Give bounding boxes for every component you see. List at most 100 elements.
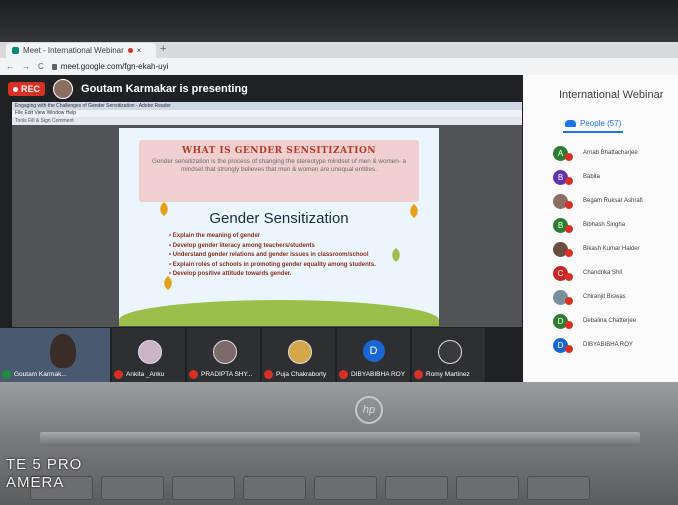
mic-off-icon xyxy=(189,370,198,379)
participant-name: Bibhash Singha xyxy=(583,222,626,228)
tab-meet[interactable]: Meet - International Webinar × xyxy=(6,43,156,58)
mic-off-icon xyxy=(565,249,573,257)
tab-underline xyxy=(563,131,623,133)
watermark-line: TE 5 PRO xyxy=(6,456,83,473)
new-tab-button[interactable]: + xyxy=(160,43,166,55)
back-icon[interactable]: ← xyxy=(6,62,14,71)
tile-name-row: Romy Martinez xyxy=(414,370,487,379)
participant-row[interactable]: B Bibhash Singha xyxy=(553,213,678,237)
participant-name: Debalina Chatterjee xyxy=(583,318,637,324)
mic-off-icon xyxy=(264,370,273,379)
side-panel: International Webinar People (57) A Arnab… xyxy=(523,75,678,382)
keyboard-key xyxy=(172,476,235,500)
participant-tile[interactable]: Puja Chakraborty xyxy=(262,328,335,382)
shared-app-menubar: File Edit View Window Help xyxy=(12,110,522,117)
keyboard-key xyxy=(314,476,377,500)
participant-tile[interactable]: Ankita _Anku xyxy=(112,328,185,382)
recording-badge: REC xyxy=(8,82,46,96)
slide-heading: WHAT IS GENDER SENSITIZATION xyxy=(181,146,377,156)
participant-row[interactable]: C Chandrika Shil xyxy=(553,261,678,285)
url-text: meet.google.com/fgn-ekah-uyi xyxy=(60,62,169,71)
participant-name: Chiranjit Biswas xyxy=(583,294,626,300)
tile-name-row: Puja Chakraborty xyxy=(264,370,337,379)
recording-dot-icon xyxy=(127,48,133,53)
shared-app-titlebar: Engaging with the Challenges of Gender S… xyxy=(12,102,522,110)
mic-off-icon xyxy=(565,345,573,353)
tile-name: Ankita _Anku xyxy=(126,371,165,378)
tile-name: DIBYABIBHA ROY xyxy=(351,371,406,378)
presenting-text: Goutam Karmakar is presenting xyxy=(81,83,248,95)
slide-bullet: Explain the meaning of gender xyxy=(169,233,409,241)
keyboard-key xyxy=(101,476,164,500)
mic-off-icon xyxy=(565,201,573,209)
slide-bullet-list: Explain the meaning of gender Develop ge… xyxy=(169,233,409,281)
slide-subtext: Gender sensitization is the process of c… xyxy=(151,158,407,173)
tab-people[interactable]: People (57) xyxy=(565,119,621,128)
people-tab-label: People (57) xyxy=(580,119,622,128)
mic-off-icon xyxy=(565,297,573,305)
tab-strip: Meet - International Webinar × + xyxy=(0,42,678,58)
rec-dot-icon xyxy=(13,86,18,92)
participant-tile[interactable]: Romy Martinez xyxy=(412,328,485,382)
participant-row[interactable]: D Debalina Chatterjee xyxy=(553,309,678,333)
presentation-bar: REC Goutam Karmakar is presenting xyxy=(0,79,523,99)
tile-avatar: D xyxy=(362,340,385,362)
document-area: WHAT IS GENDER SENSITIZATION Gender sens… xyxy=(12,125,522,327)
participant-tile[interactable]: PRADIPTA SHY... xyxy=(187,328,260,382)
address-bar: ← → C meet.google.com/fgn-ekah-uyi xyxy=(0,58,678,75)
participant-row[interactable]: Begam Ruksar Ashrafi xyxy=(553,189,678,213)
forward-icon[interactable]: → xyxy=(22,62,30,71)
laptop-hinge xyxy=(40,432,640,446)
mic-off-icon xyxy=(565,177,573,185)
tile-name-row: DIBYABIBHA ROY xyxy=(339,370,412,379)
participant-name: Babita xyxy=(583,174,601,180)
tile-name: Puja Chakraborty xyxy=(276,371,327,378)
participant-tile[interactable]: D DIBYABIBHA ROY xyxy=(337,328,410,382)
mic-on-icon xyxy=(2,370,11,379)
participant-row[interactable]: A Arnab Bhattacharjee xyxy=(553,141,678,165)
slide-bullet: Explain roles of schools in promoting ge… xyxy=(169,262,409,270)
camera-watermark: TE 5 PRO AMERA xyxy=(6,456,82,492)
participant-list: A Arnab Bhattacharjee B Babita Begam Ruksar … xyxy=(553,141,678,357)
browser-window: Meet - International Webinar × + ← → C m… xyxy=(0,42,678,382)
mic-off-icon xyxy=(114,370,123,379)
tile-name-row: Goutam Karmak... xyxy=(2,370,112,379)
participant-tile[interactable]: Goutam Karmak... xyxy=(0,328,110,382)
keyboard-key xyxy=(456,476,519,500)
participant-name: DIBYABIBHA ROY xyxy=(583,342,633,348)
tile-avatar xyxy=(287,340,312,364)
slide-bullet: Develop gender literacy among teachers/s… xyxy=(169,243,409,251)
tab-close-icon[interactable]: × xyxy=(137,46,142,55)
hp-logo: hp xyxy=(355,396,383,424)
presenter-avatar xyxy=(53,79,74,99)
participant-name: Chandrika Shil xyxy=(583,270,623,276)
tab-title: Meet - International Webinar xyxy=(23,46,124,55)
people-icon xyxy=(565,120,576,127)
meet-stage: REC Goutam Karmakar is presenting Engagi… xyxy=(0,75,523,382)
tile-name: Goutam Karmak... xyxy=(14,371,67,378)
reload-icon[interactable]: C xyxy=(38,62,44,71)
participant-tiles: Goutam Karmak... Ankita _Anku PRADIPTA S… xyxy=(0,328,523,382)
mic-off-icon xyxy=(565,273,573,281)
participant-row[interactable]: Bikash Kumar Halder xyxy=(553,237,678,261)
shared-screen: Engaging with the Challenges of Gender S… xyxy=(12,102,522,327)
slide-bullet: Develop positive attitude towards gender… xyxy=(169,271,409,279)
rec-label: REC xyxy=(21,84,41,94)
watermark-line: AMERA xyxy=(6,474,65,491)
tile-name: Romy Martinez xyxy=(426,371,470,378)
participant-name: Arnab Bhattacharjee xyxy=(583,150,638,156)
tile-name-row: PRADIPTA SHY... xyxy=(189,370,262,379)
tile-avatar xyxy=(437,340,462,364)
slide-bullet: Understand gender relations and gender i… xyxy=(169,252,409,260)
participant-row[interactable]: Chiranjit Biswas xyxy=(553,285,678,309)
participant-row[interactable]: B Babita xyxy=(553,165,678,189)
participant-row[interactable]: D DIBYABIBHA ROY xyxy=(553,333,678,357)
slide-hill-decoration xyxy=(119,300,439,326)
url-field[interactable]: meet.google.com/fgn-ekah-uyi xyxy=(51,62,169,71)
participant-name: Begam Ruksar Ashrafi xyxy=(583,198,643,204)
participant-name: Bikash Kumar Halder xyxy=(583,246,640,252)
mic-off-icon xyxy=(565,321,573,329)
keyboard-row xyxy=(30,476,590,500)
keyboard-key xyxy=(243,476,306,500)
keyboard-key xyxy=(385,476,448,500)
